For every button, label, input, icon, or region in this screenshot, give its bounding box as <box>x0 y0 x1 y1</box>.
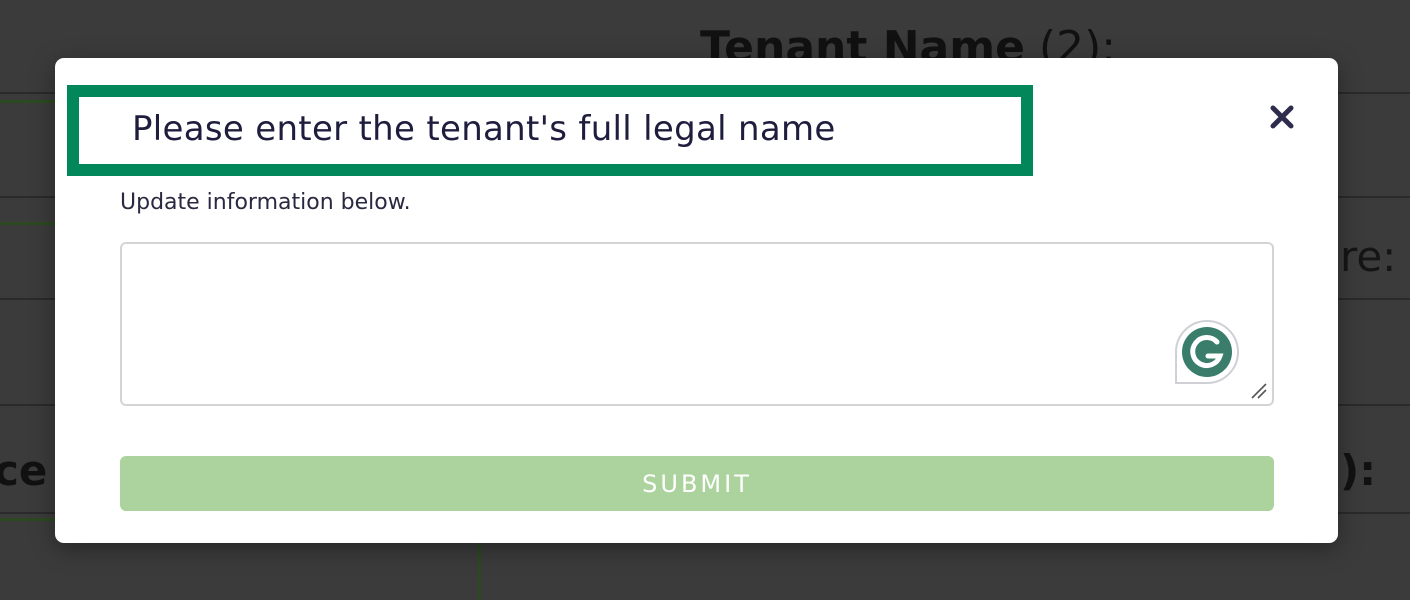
grammarly-icon <box>1175 319 1239 384</box>
resize-handle-icon[interactable] <box>1250 382 1268 400</box>
bg-green-line <box>0 518 55 521</box>
title-highlight-box: Please enter the tenant's full legal nam… <box>67 85 1033 176</box>
close-button[interactable] <box>1267 102 1297 132</box>
bg-green-line <box>478 543 481 600</box>
edit-tenant-modal: Please enter the tenant's full legal nam… <box>55 58 1338 543</box>
bg-label-fragment: ce <box>0 446 48 495</box>
tenant-name-textarea[interactable] <box>120 242 1274 406</box>
modal-subtitle: Update information below. <box>120 190 411 215</box>
bg-green-line <box>0 100 55 103</box>
close-icon <box>1270 105 1294 129</box>
bg-green-line <box>0 222 55 225</box>
modal-title: Please enter the tenant's full legal nam… <box>132 109 836 149</box>
bg-label-fragment: re: <box>1340 232 1397 281</box>
tenant-name-field <box>120 242 1274 406</box>
bg-label-fragment: ): <box>1340 446 1376 495</box>
submit-button[interactable]: SUBMIT <box>120 456 1274 511</box>
grammarly-button[interactable] <box>1175 319 1239 384</box>
